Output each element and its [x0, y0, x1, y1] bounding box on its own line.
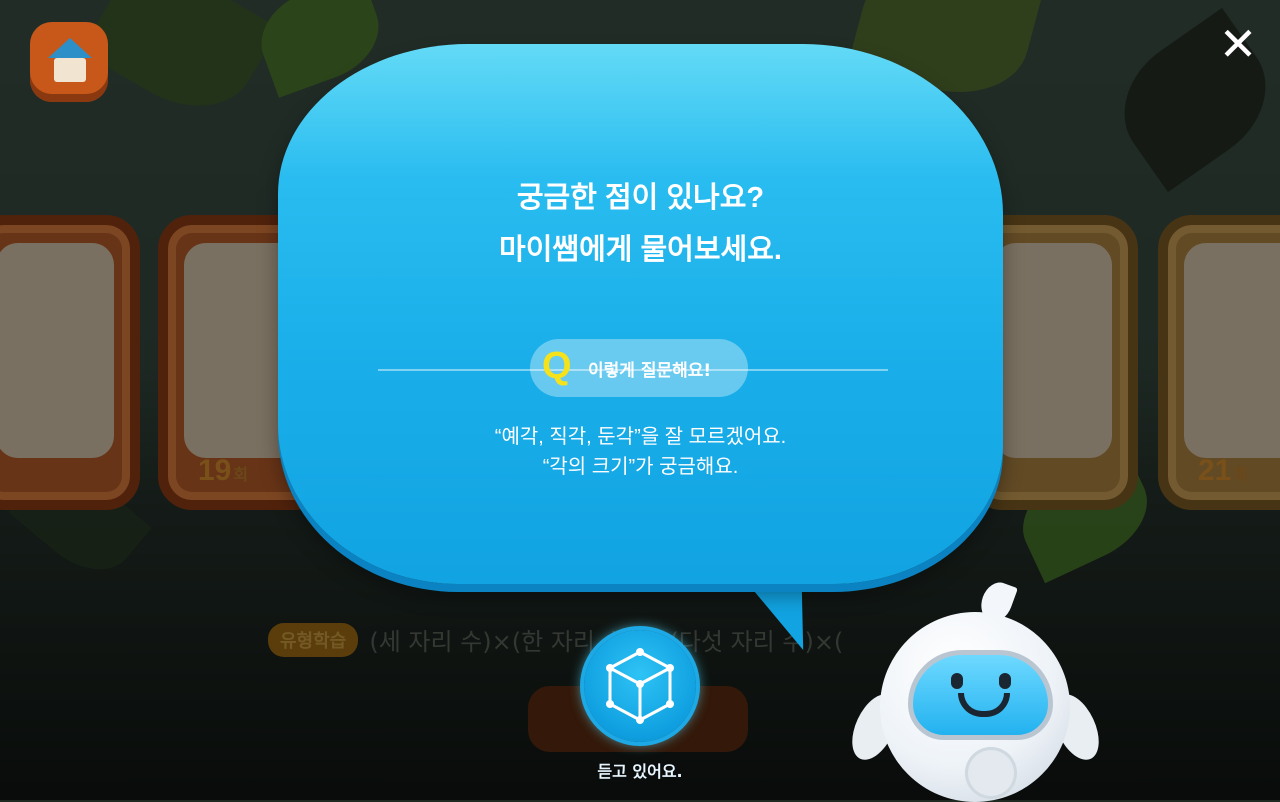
example-question-1: “예각, 직각, 둔각”을 잘 모르겠어요.: [494, 426, 787, 448]
voice-input-button[interactable]: [584, 630, 696, 742]
bubble-title-line1: 궁금한 점이 있나요?: [516, 182, 765, 214]
question-example-label: 이렇게 질문해요!: [588, 361, 712, 381]
close-icon: ✕: [1218, 17, 1258, 71]
home-button[interactable]: [30, 22, 108, 102]
example-questions: “예각, 직각, 둔각”을 잘 모르겠어요. “각의 크기”가 궁금해요.: [278, 422, 1003, 482]
close-button[interactable]: ✕: [1216, 21, 1260, 67]
cube-icon: [606, 648, 674, 724]
robot-eye-right: [999, 673, 1011, 689]
bubble-title-line2: 마이쌤에게 물어보세요.: [499, 234, 782, 266]
question-example-pill: Q 이렇게 질문해요!: [530, 339, 748, 397]
robot-mascot: [842, 578, 1109, 802]
robot-head: [880, 612, 1070, 802]
robot-face-screen: [908, 650, 1053, 740]
robot-speaker-grille: [965, 747, 1017, 799]
robot-mouth: [958, 693, 1010, 717]
example-question-2: “각의 크기”가 궁금해요.: [542, 456, 739, 478]
q-icon: Q: [542, 345, 572, 387]
speech-bubble: 궁금한 점이 있나요? 마이쌤에게 물어보세요. Q 이렇게 질문해요! “예각…: [278, 44, 1003, 663]
listening-status: 듣고 있어요.: [597, 762, 683, 781]
speech-bubble-body: 궁금한 점이 있나요? 마이쌤에게 물어보세요. Q 이렇게 질문해요! “예각…: [278, 44, 1003, 584]
robot-eye-left: [951, 673, 963, 689]
bubble-title: 궁금한 점이 있나요? 마이쌤에게 물어보세요.: [278, 172, 1003, 276]
